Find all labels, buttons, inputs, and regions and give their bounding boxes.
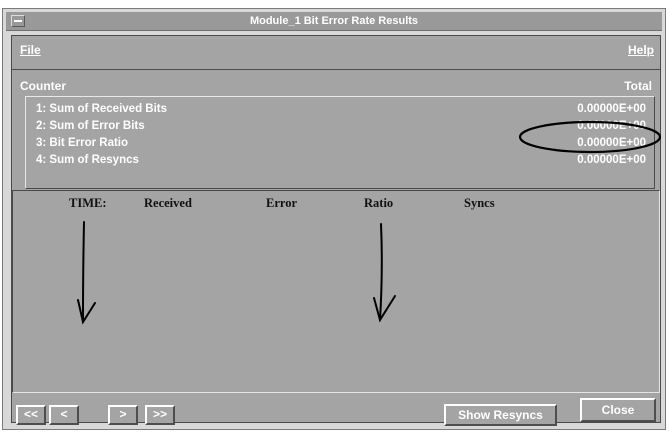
down-arrow-annotation-time [77, 221, 96, 325]
down-arrow-annotation-ratio [373, 223, 396, 323]
hand-annotations [77, 120, 662, 325]
highlight-circle-annotation [518, 120, 662, 154]
